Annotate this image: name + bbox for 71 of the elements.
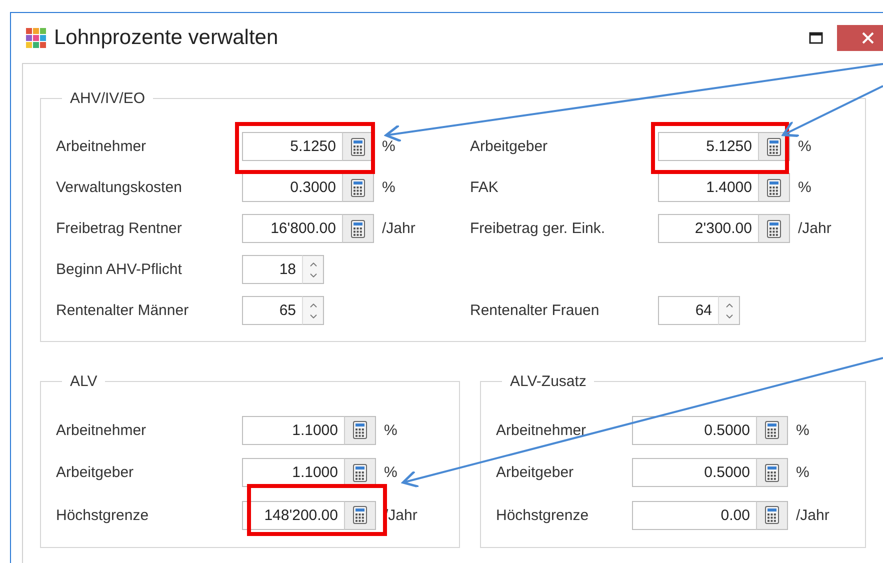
- window-title: Lohnprozente verwalten: [54, 26, 278, 50]
- calculator-icon: [767, 178, 781, 196]
- field-label: Arbeitgeber: [496, 464, 575, 482]
- calculator-icon: [767, 138, 781, 156]
- field-label: FAK: [470, 179, 500, 196]
- close-icon: [862, 32, 874, 44]
- calculator-icon: [765, 506, 779, 524]
- field-label: Arbeitgeber: [56, 464, 135, 482]
- calculator-button[interactable]: [342, 132, 374, 161]
- input-field[interactable]: 5.1250: [242, 132, 342, 161]
- field-label: Höchstgrenze: [56, 506, 150, 524]
- field-label: Arbeitgeber: [470, 138, 549, 155]
- unit-label: %: [795, 464, 810, 482]
- input-field[interactable]: 1.1000: [242, 458, 344, 488]
- unit-label: %: [795, 422, 810, 439]
- calculator-icon: [765, 421, 779, 440]
- calculator-icon: [353, 506, 367, 524]
- unit-label: /Jahr: [795, 506, 830, 524]
- field-label: Rentenalter Männer: [56, 302, 190, 319]
- input-field[interactable]: 2'300.00: [658, 214, 758, 243]
- field-label: Arbeitnehmer: [56, 138, 148, 155]
- input-field[interactable]: 5.1250: [658, 132, 758, 161]
- unit-label: %: [381, 179, 396, 196]
- unit-label: %: [383, 422, 398, 439]
- input-field[interactable]: 1.4000: [658, 173, 758, 202]
- calculator-button[interactable]: [756, 416, 788, 445]
- unit-label: /Jahr: [381, 220, 416, 237]
- calculator-icon: [351, 220, 365, 238]
- calculator-icon: [353, 421, 367, 440]
- field-label: Freibetrag Rentner: [56, 220, 183, 237]
- input-field[interactable]: 148'200.00: [242, 500, 344, 530]
- calculator-button[interactable]: [344, 416, 376, 445]
- input-field[interactable]: 0.00: [632, 500, 756, 530]
- number-field[interactable]: 64: [658, 296, 718, 325]
- calculator-button[interactable]: [344, 500, 376, 530]
- field-label: Verwaltungskosten: [56, 179, 183, 196]
- app-grid-icon: [26, 28, 46, 48]
- calculator-button[interactable]: [342, 214, 374, 243]
- calculator-button[interactable]: [756, 458, 788, 488]
- input-field[interactable]: 0.3000: [242, 173, 342, 202]
- input-field[interactable]: 16'800.00: [242, 214, 342, 243]
- calculator-icon: [765, 464, 779, 482]
- field-label: Freibetrag ger. Eink.: [470, 220, 606, 237]
- unit-label: %: [381, 138, 396, 155]
- unit-label: %: [797, 179, 812, 196]
- field-label: Rentenalter Frauen: [470, 302, 600, 319]
- group-title: ALV-Zusatz: [509, 373, 588, 390]
- input-field[interactable]: 0.5000: [632, 416, 756, 445]
- calculator-button[interactable]: [756, 500, 788, 530]
- calculator-icon: [351, 138, 365, 156]
- unit-label: /Jahr: [797, 220, 832, 237]
- field-label: Arbeitnehmer: [56, 422, 148, 439]
- input-field[interactable]: 1.1000: [242, 416, 344, 445]
- field-label: Arbeitnehmer: [496, 422, 588, 439]
- field-label: Beginn AHV-Pflicht: [56, 261, 183, 278]
- calculator-button[interactable]: [342, 173, 374, 202]
- group-title: AHV/IV/EO: [69, 90, 146, 107]
- maximize-icon: [809, 32, 823, 44]
- unit-label: %: [383, 464, 398, 482]
- calculator-icon: [351, 178, 365, 196]
- calculator-icon: [353, 464, 367, 482]
- close-button[interactable]: [837, 25, 883, 51]
- calculator-icon: [767, 220, 781, 238]
- calculator-button[interactable]: [758, 214, 790, 243]
- calculator-button[interactable]: [758, 173, 790, 202]
- unit-label: %: [797, 138, 812, 155]
- field-label: Höchstgrenze: [496, 506, 590, 524]
- number-field[interactable]: 18: [242, 255, 302, 284]
- number-field[interactable]: 65: [242, 296, 302, 325]
- group-title: ALV: [69, 373, 98, 390]
- input-field[interactable]: 0.5000: [632, 458, 756, 488]
